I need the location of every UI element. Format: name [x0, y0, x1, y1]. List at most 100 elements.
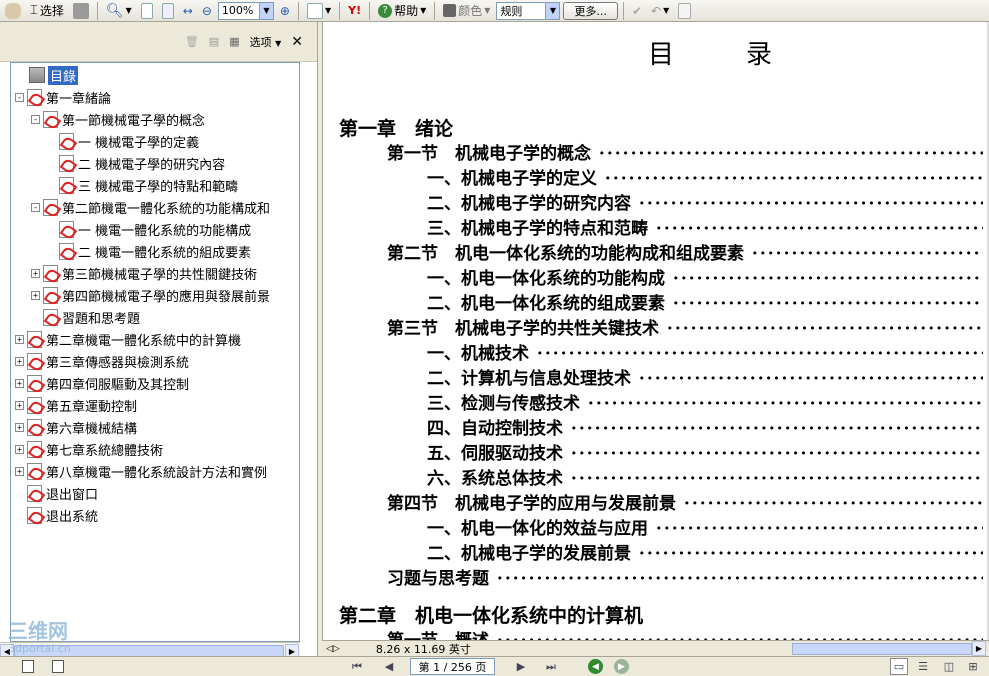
- delete-bookmark-icon[interactable]: 🗑︎: [185, 35, 199, 48]
- zoom-in-button[interactable]: ⊕: [277, 1, 293, 21]
- undo-button[interactable]: ↶ ▼: [648, 1, 672, 21]
- expand-icon[interactable]: +: [15, 334, 24, 344]
- expand-icon[interactable]: +: [31, 290, 40, 300]
- select-tool-button[interactable]: ⌶ 选择: [27, 1, 67, 21]
- bookmark-item[interactable]: 二 機電一體化系統的組成要素: [47, 240, 251, 262]
- fit-page-button[interactable]: [159, 1, 177, 21]
- bookmark-item[interactable]: + 第二章機電一體化系統中的計算機: [15, 328, 241, 350]
- bookmark-item[interactable]: + 第五章運動控制: [15, 394, 137, 416]
- yahoo-button[interactable]: Y!: [345, 1, 364, 21]
- continuous-view-button[interactable]: ☰: [914, 658, 932, 675]
- bookmark-item[interactable]: 一 機電一體化系統的功能構成: [47, 218, 251, 240]
- bookmark-item[interactable]: 習題和思考題: [31, 306, 140, 328]
- expand-icon[interactable]: +: [15, 444, 24, 454]
- options-menu[interactable]: 选项 ▼: [250, 34, 282, 50]
- previous-page-button[interactable]: ◀: [380, 658, 398, 675]
- page-thumb-icon[interactable]: [22, 660, 34, 673]
- collapse-icon[interactable]: -: [15, 92, 24, 102]
- toc-entry[interactable]: 第一节 概述 ·································…: [387, 626, 983, 640]
- expand-icon[interactable]: +: [31, 268, 40, 278]
- continuous-facing-view-button[interactable]: ⊞: [964, 658, 982, 675]
- bookmark-item[interactable]: 一 機械電子學的定義: [47, 130, 199, 152]
- toc-entry[interactable]: 第二节 机电一体化系统的功能构成和组成要素 ··················…: [387, 239, 983, 264]
- bookmark-item[interactable]: 三 機械電子學的特點和範疇: [47, 174, 238, 196]
- toc-entry[interactable]: 习题与思考题 ·································…: [387, 564, 983, 589]
- toc-entry[interactable]: 一、机电一体化的效益与应用 ··························…: [427, 514, 983, 539]
- bookmark-label: 目錄: [48, 65, 79, 85]
- bookmark-item[interactable]: + 第八章機電一體化系統設計方法和實例: [15, 460, 267, 482]
- bookmark-item[interactable]: + 第六章機械結構: [15, 416, 137, 438]
- toc-entry[interactable]: 一、机械技术 ·································…: [427, 339, 983, 364]
- actual-size-button[interactable]: [138, 1, 156, 21]
- expand-icon[interactable]: +: [15, 378, 24, 388]
- page-number-field[interactable]: 第 1 / 256 页: [410, 658, 495, 675]
- toc-entry[interactable]: 四、自动控制技术 ·······························…: [427, 414, 983, 439]
- bookmark-item[interactable]: 退出窗口: [15, 482, 98, 504]
- toc-entry[interactable]: 二、机械电子学的研究内容 ···························…: [427, 189, 983, 214]
- clipboard-button[interactable]: [675, 1, 694, 21]
- bookmark-item[interactable]: - 第一章緒論: [15, 86, 111, 108]
- scroll-right-icon[interactable]: ▶: [972, 641, 986, 656]
- bookmark-item[interactable]: 二 機械電子學的研究內容: [47, 152, 225, 174]
- expand-icon[interactable]: +: [15, 400, 24, 410]
- collapse-icon[interactable]: ◁▷: [326, 644, 340, 654]
- page-thumb-icon-2[interactable]: [52, 660, 64, 673]
- bookmark-item[interactable]: + 第三章傳感器與檢測系統: [15, 350, 189, 372]
- bookmark-item[interactable]: - 第二節機電一體化系統的功能構成和: [31, 196, 270, 218]
- go-forward-icon[interactable]: ▶: [614, 659, 629, 674]
- toc-entry[interactable]: 一、机械电子学的定义 ·····························…: [427, 164, 983, 189]
- hand-tool-button[interactable]: [2, 1, 24, 21]
- bookmark-item[interactable]: + 第四節機械電子學的應用與發展前景: [31, 284, 270, 306]
- zoom-in-tool-button[interactable]: 🔍︎ ▼: [103, 1, 135, 21]
- snapshot-button[interactable]: [70, 1, 92, 21]
- toc-entry[interactable]: 五、伺服驱动技术 ·······························…: [427, 439, 983, 464]
- first-page-button[interactable]: ⏮: [348, 658, 366, 675]
- toc-entry[interactable]: 二、机电一体化系统的组成要素 ·························…: [427, 289, 983, 314]
- toc-entry[interactable]: 二、机械电子学的发展前景 ···························…: [427, 539, 983, 564]
- toc-entry[interactable]: 一、机电一体化系统的功能构成 ·························…: [427, 264, 983, 289]
- document-horizontal-scrollbar[interactable]: [792, 643, 972, 655]
- toc-entry[interactable]: 第三节 机械电子学的共性关键技术 ·······················…: [387, 314, 983, 339]
- toc-entry-text: 第三节 机械电子学的共性关键技术: [387, 319, 659, 339]
- bookmark-item[interactable]: 退出系統: [15, 504, 98, 526]
- next-page-button[interactable]: ▶: [512, 658, 530, 675]
- toc-entry[interactable]: 二、计算机与信息处理技术 ···························…: [427, 364, 983, 389]
- facing-view-button[interactable]: ◫: [940, 658, 958, 675]
- toc-entry[interactable]: 三、检测与传感技术 ······························…: [427, 389, 983, 414]
- collapse-icon[interactable]: -: [31, 114, 40, 124]
- more-button[interactable]: 更多...: [563, 1, 618, 20]
- bookmark-item[interactable]: + 第三節機械電子學的共性關鍵技術: [31, 262, 257, 284]
- view-mode-combo[interactable]: 规则 ▼: [496, 1, 561, 20]
- toc-entry[interactable]: 三、机械电子学的特点和范畴 ··························…: [427, 214, 983, 239]
- fit-width-button[interactable]: ↔: [180, 1, 196, 21]
- expand-icon[interactable]: +: [15, 466, 24, 476]
- undo-icon: ↶: [651, 3, 662, 18]
- go-back-icon[interactable]: ◀: [588, 659, 603, 674]
- help-button[interactable]: ? 帮助 ▼: [375, 1, 429, 21]
- toc-entry[interactable]: 六、系统总体技术 ·······························…: [427, 464, 983, 489]
- collapse-icon[interactable]: -: [31, 202, 40, 212]
- cursor-icon: ⌶: [30, 3, 38, 18]
- toc-entry[interactable]: 第一节 机械电子学的概念 ···························…: [387, 139, 983, 164]
- toc-entry[interactable]: 第二章 机电一体化系统中的计算机: [339, 601, 983, 628]
- bookmark-item[interactable]: - 第一節機械電子學的概念: [31, 108, 205, 130]
- bookmark-item[interactable]: + 第四章伺服驅動及其控制: [15, 372, 189, 394]
- zoom-combo[interactable]: 100% ▼: [217, 1, 274, 20]
- last-page-button[interactable]: ⏭: [542, 658, 560, 675]
- color-label: 颜色: [458, 4, 483, 18]
- approve-button[interactable]: ✔: [629, 1, 645, 21]
- page-layout-button[interactable]: ▼: [304, 1, 334, 21]
- bookmark-item[interactable]: 目錄: [29, 64, 79, 86]
- toc-entry[interactable]: 第四节 机械电子学的应用与发展前景 ······················…: [387, 489, 983, 514]
- zoom-out-button[interactable]: ⊖: [199, 1, 215, 21]
- bookmark-item[interactable]: + 第七章系統總體技術: [15, 438, 163, 460]
- expand-icon[interactable]: +: [15, 356, 24, 366]
- bookmark-props-icon[interactable]: ▦: [229, 35, 239, 48]
- toc-entry[interactable]: 第一章 绪论: [339, 114, 983, 141]
- color-button[interactable]: 颜色 ▼: [440, 1, 493, 21]
- new-bookmark-icon[interactable]: ▤: [209, 35, 219, 48]
- single-page-view-button[interactable]: ▭: [890, 658, 908, 675]
- close-icon[interactable]: ✕: [291, 34, 303, 50]
- clipboard-icon: [678, 2, 692, 19]
- expand-icon[interactable]: +: [15, 422, 24, 432]
